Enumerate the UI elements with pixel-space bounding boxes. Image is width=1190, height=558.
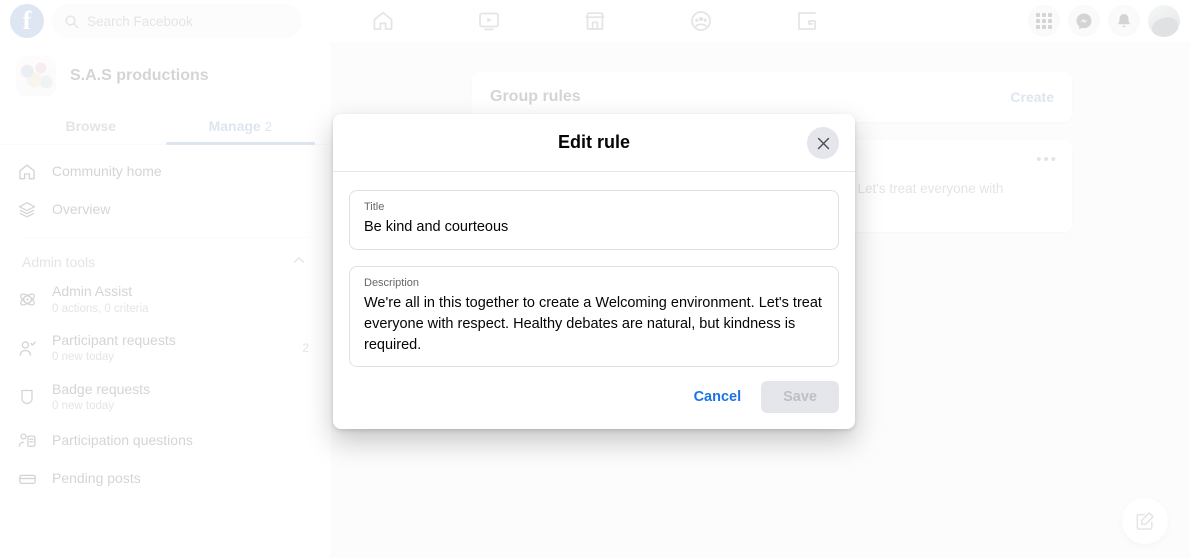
description-field[interactable]: Description We're all in this together t… <box>349 265 839 368</box>
description-field-value: We're all in this together to create a W… <box>364 295 822 353</box>
title-field-label: Title <box>364 201 385 213</box>
dialog-body: Title Be kind and courteous Description … <box>333 172 855 368</box>
dialog-title: Edit rule <box>557 132 630 152</box>
modal-overlay: Edit rule Title Be kind and courteous De… <box>0 0 1190 558</box>
close-icon <box>817 137 829 149</box>
cancel-button[interactable]: Cancel <box>682 381 754 413</box>
title-field-value: Be kind and courteous <box>364 219 509 236</box>
dialog-footer: Cancel Save <box>333 367 855 429</box>
close-button[interactable] <box>807 127 839 159</box>
title-field[interactable]: Title Be kind and courteous <box>349 190 839 250</box>
description-field-label: Description <box>364 276 420 289</box>
dialog-header: Edit rule <box>333 114 855 172</box>
save-button[interactable]: Save <box>761 381 839 414</box>
edit-rule-dialog: Edit rule Title Be kind and courteous De… <box>333 114 855 430</box>
